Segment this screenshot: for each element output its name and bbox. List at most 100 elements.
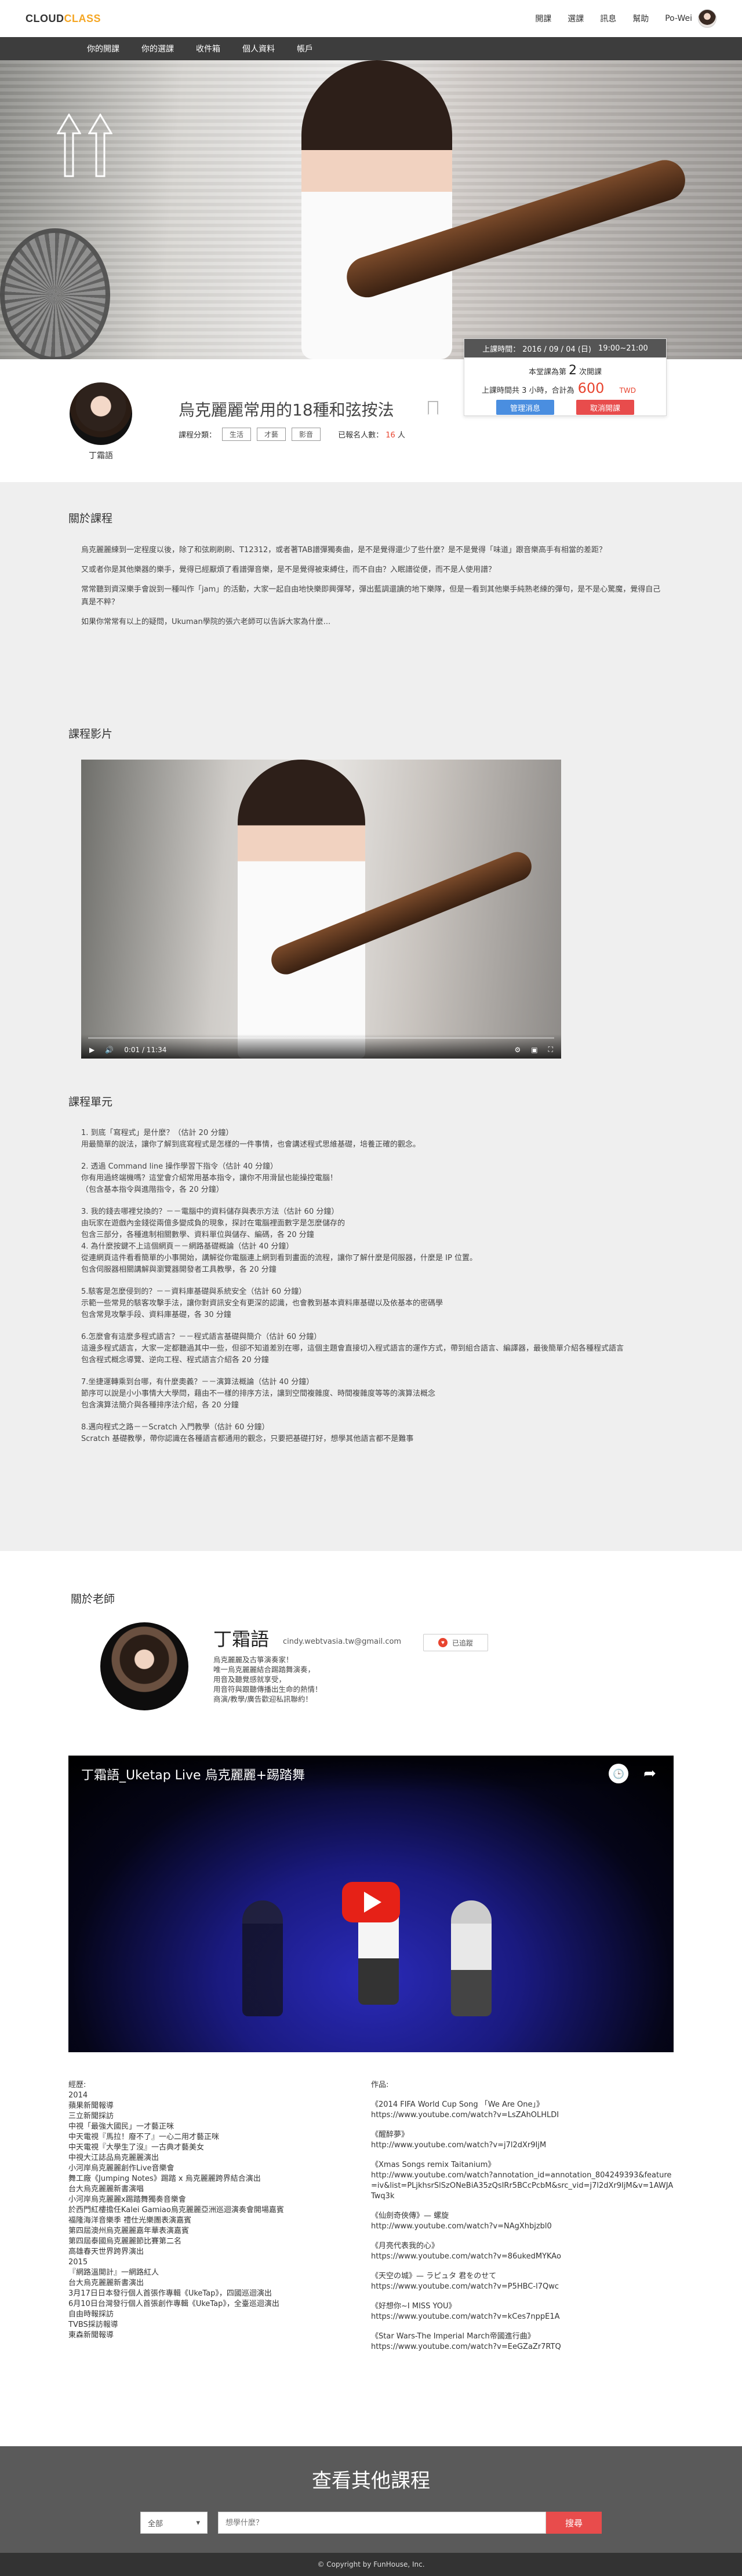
- user-menu[interactable]: Po-Wei: [665, 9, 716, 28]
- nav-browse-courses[interactable]: 選課: [568, 13, 584, 24]
- unit-text: 包含演算法簡介與各種排序法介紹，各 20 分鐘: [81, 1401, 239, 1410]
- experience-line: 高雄春天世界跨界演出: [68, 2247, 144, 2256]
- logo-part-1: CLOUD: [26, 12, 64, 24]
- teacher-bio: 烏克麗麗及古箏演奏家！ 唯一烏克麗麗結合踢踏舞演奏， 用音及聽覺感就享受， 用音…: [213, 1655, 322, 1704]
- unit-heading: 5.駭客是怎麼侵到的？－－資料庫基礎與系統安全（估計 60 分鐘）: [81, 1287, 307, 1296]
- unit-text: 由玩家在遊戲內金錢從兩億多變成負的現象，探討在電腦裡面數字是怎麼儲存的: [81, 1219, 345, 1228]
- settings-icon[interactable]: ⚙: [514, 1046, 521, 1054]
- tag-life[interactable]: 生活: [222, 428, 252, 441]
- work-link[interactable]: https://www.youtube.com/watch?v=P5HBC-l7…: [371, 2282, 674, 2292]
- work-link[interactable]: https://www.youtube.com/watch?v=kCes7npp…: [371, 2312, 674, 2322]
- enroll-number: 16: [385, 431, 395, 440]
- category-select-value: 全部: [148, 2519, 163, 2528]
- teacher-video-title[interactable]: 丁霜語_Uketap Live 烏克麗麗+踢踏舞: [81, 1765, 305, 1783]
- youtube-play-icon[interactable]: [342, 1882, 400, 1922]
- session-prefix: 本堂課為第: [528, 368, 566, 377]
- course-video-section: 課程影片 ▶ 🔊 0:01 / 11:34 ⚙ ▣ ⛶: [0, 725, 742, 1093]
- subnav-my-teaching[interactable]: 你的開課: [87, 43, 119, 54]
- subnav-inbox[interactable]: 收件箱: [196, 43, 220, 54]
- category-label: 課程分類：: [179, 431, 217, 440]
- course-video-player[interactable]: ▶ 🔊 0:01 / 11:34 ⚙ ▣ ⛶: [81, 760, 561, 1059]
- footer: © Copyright by FunHouse, Inc.: [0, 2553, 742, 2576]
- course-details: 關於課程 烏克麗麗練到一定程度以後，除了和弦刷刷刷、T12312，或者著TAB譜…: [0, 482, 742, 1551]
- play-icon[interactable]: ▶: [89, 1046, 94, 1054]
- work-title: 《好想你~I MISS YOU》: [371, 2302, 456, 2311]
- bookmark-icon[interactable]: [428, 401, 438, 415]
- cancel-course-button[interactable]: 取消開課: [576, 400, 634, 415]
- work-spacer: [371, 2151, 674, 2160]
- nav-messages[interactable]: 訊息: [600, 13, 616, 24]
- subnav-profile[interactable]: 個人資料: [242, 43, 275, 54]
- teacher-avatar[interactable]: [70, 382, 132, 445]
- teacher-profile-avatar: [100, 1622, 188, 1710]
- work-link[interactable]: https://www.youtube.com/watch?v=EeGZaZr7…: [371, 2342, 674, 2352]
- bio-line: 商演/教學/廣告歡迎私訊聯約！: [213, 1695, 312, 1703]
- session-count-line: 本堂課為第 2 次開課: [464, 363, 666, 378]
- watch-later-icon[interactable]: 🕒: [609, 1764, 628, 1783]
- fullscreen-icon[interactable]: ⛶: [548, 1045, 553, 1054]
- experience-line: 第四屆泰國烏克麗麗節比賽第二名: [68, 2237, 182, 2246]
- experience-line: 第四屆澳州烏克麗麗嘉年華表演嘉賓: [68, 2227, 190, 2235]
- session-suffix: 次開課: [579, 368, 602, 377]
- unit-item: 2. 透過 Command line 操作學習下指令（估計 40 分鐘） 你有用…: [81, 1161, 661, 1196]
- work-title: 《Star Wars-The Imperial March帝國進行曲》: [371, 2332, 535, 2341]
- search-bar: 全部 ▾ 搜尋: [0, 2512, 742, 2534]
- session-number: 2: [569, 363, 577, 378]
- work-link[interactable]: http://www.youtube.com/watch?v=j7l2dXr9I…: [371, 2140, 674, 2151]
- search-button[interactable]: 搜尋: [546, 2512, 602, 2534]
- tag-talent[interactable]: 才藝: [257, 428, 286, 441]
- schedule-card-header: 上課時間： 2016 / 09 / 04 (日) 19:00~21:00: [464, 339, 666, 357]
- performer-figure: [242, 1900, 283, 2016]
- unit-text: 包含程式概念導覽、逆向工程、程式語言介紹各 20 分鐘: [81, 1356, 269, 1364]
- work-title: 《2014 FIFA World Cup Song 「We Are One」》: [371, 2100, 544, 2109]
- price-currency: TWD: [619, 386, 636, 395]
- works-list: 作品: 《2014 FIFA World Cup Song 「We Are One…: [371, 2080, 674, 2446]
- play-triangle: [364, 1892, 381, 1913]
- unit-heading: 2. 透過 Command line 操作學習下指令（估計 40 分鐘）: [81, 1162, 278, 1171]
- work-title: 《天空の城》— ラピュタ 君をのせて: [371, 2272, 497, 2281]
- work-link[interactable]: http://www.youtube.com/watch?v=NAgXhbjzb…: [371, 2221, 674, 2232]
- youtube-logo-icon[interactable]: ▣: [531, 1046, 537, 1054]
- experience-line: 中視「最強大國民」一才藝正咪: [68, 2122, 174, 2131]
- work-link[interactable]: https://www.youtube.com/watch?v=86ukedMY…: [371, 2252, 674, 2262]
- course-meta: 課程分類： 生活 才藝 影音 已報名人數： 16 人: [179, 428, 405, 441]
- search-input[interactable]: [218, 2512, 546, 2534]
- bio-line: 烏克麗麗及古箏演奏家！: [213, 1655, 293, 1664]
- top-header: CLOUDCLASS 開課 選課 訊息 幫助 Po-Wei: [0, 0, 742, 37]
- video-progress-bar[interactable]: [88, 1037, 554, 1039]
- subnav-my-courses[interactable]: 你的選課: [141, 43, 174, 54]
- logo[interactable]: CLOUDCLASS: [26, 13, 101, 25]
- course-hero-image: [0, 60, 742, 359]
- nav-create-course[interactable]: 開課: [535, 13, 551, 24]
- work-title: 《Xmas Songs remix Taitanium》: [371, 2161, 496, 2169]
- unit-text: 你有用過終端機嗎？這堂會介紹常用基本指令，讓你不用滑鼠也能操控電腦！: [81, 1174, 338, 1183]
- category-select[interactable]: 全部 ▾: [140, 2512, 208, 2534]
- teacher-name-small[interactable]: 丁霜語: [70, 450, 132, 461]
- experience-line: 自由時報採訪: [68, 2310, 114, 2319]
- tag-media[interactable]: 影音: [292, 428, 321, 441]
- work-title: 作品:: [371, 2081, 389, 2089]
- bio-line: 用音及聽覺感就享受，: [213, 1675, 286, 1684]
- about-teacher-section: 關於老師 丁霜語 cindy.webtvasia.tw@gmail.com ♥ …: [0, 1551, 742, 2446]
- follow-button[interactable]: ♥ 已追蹤: [423, 1634, 488, 1651]
- work-spacer: [371, 2121, 674, 2130]
- subnav-account[interactable]: 帳戶: [297, 43, 313, 54]
- share-icon[interactable]: ➦: [640, 1764, 660, 1783]
- teacher-profile: 丁霜語 cindy.webtvasia.tw@gmail.com ♥ 已追蹤 烏…: [68, 1622, 674, 1756]
- unit-text: （包含基本指令與進階指令，各 20 分鐘）: [81, 1185, 224, 1194]
- heart-icon: ♥: [438, 1638, 448, 1647]
- bio-line: 唯一烏克麗麗結合踢踏舞演奏，: [213, 1665, 315, 1674]
- hero-performer: [301, 60, 452, 359]
- volume-icon[interactable]: 🔊: [105, 1046, 114, 1054]
- teacher-email[interactable]: cindy.webtvasia.tw@gmail.com: [283, 1637, 401, 1646]
- video-performer: [238, 760, 365, 1059]
- work-link[interactable]: https://www.youtube.com/watch?v=LsZAhOLH…: [371, 2110, 674, 2121]
- teacher-video-player[interactable]: 丁霜語_Uketap Live 烏克麗麗+踢踏舞 🕒 ➦: [68, 1756, 674, 2052]
- teacher-video-actions: 🕒 ➦: [609, 1764, 660, 1783]
- about-paragraph: 常常聽到資深樂手會說到一種叫作「jam」的活動，大家一起自由地快樂即興彈琴，彈出…: [81, 585, 661, 607]
- experience-line: TVBS採訪報導: [68, 2320, 118, 2329]
- nav-help[interactable]: 幫助: [632, 13, 649, 24]
- work-link[interactable]: http://www.youtube.com/watch?annotation_…: [371, 2170, 674, 2202]
- manage-messages-button[interactable]: 管理消息: [496, 400, 554, 415]
- work-spacer: [371, 2090, 674, 2100]
